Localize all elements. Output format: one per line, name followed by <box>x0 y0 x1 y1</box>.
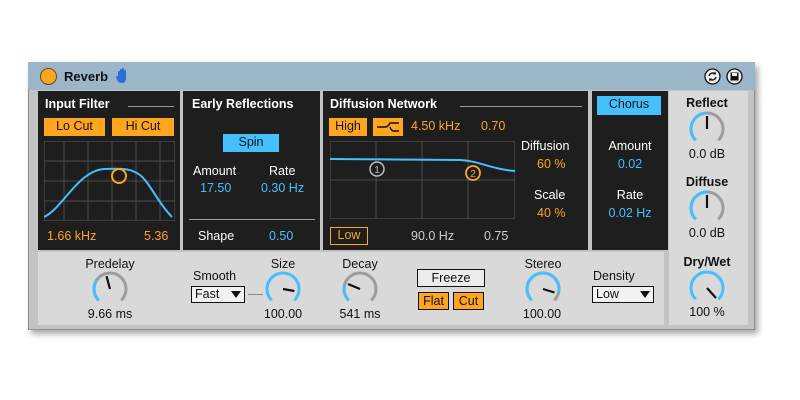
chevron-down-icon <box>231 291 241 298</box>
chorus-amount-value[interactable]: 0.02 <box>592 157 668 171</box>
spin-button[interactable]: Spin <box>223 134 279 152</box>
predelay-value[interactable]: 9.66 ms <box>70 307 150 321</box>
cut-button[interactable]: Cut <box>453 292 484 310</box>
divider <box>128 106 174 107</box>
smooth-label: Smooth <box>193 269 237 283</box>
high-value[interactable]: 0.70 <box>481 119 505 133</box>
high-button[interactable]: High <box>329 118 367 136</box>
size-knob[interactable] <box>264 271 302 307</box>
dry-wet-label: Dry/Wet <box>683 255 731 269</box>
divider <box>189 219 315 220</box>
chorus-button[interactable]: Chorus <box>597 96 661 115</box>
chorus-rate-label: Rate <box>616 188 644 202</box>
input-filter-heading: Input Filter <box>45 97 110 111</box>
diffusion-label: Diffusion <box>521 139 570 153</box>
input-filter-graph[interactable] <box>44 141 175 221</box>
smooth-select[interactable]: Fast <box>191 286 245 303</box>
er-shape-label: Shape <box>198 229 235 243</box>
density-select[interactable]: Low <box>592 286 654 303</box>
density-label: Density <box>593 269 635 283</box>
diffusion-node-2-label: 2 <box>470 169 476 180</box>
diffuse-knob[interactable] <box>688 190 726 226</box>
chevron-down-icon <box>640 291 650 298</box>
diffusion-graph[interactable]: 1 2 <box>330 141 515 219</box>
low-button[interactable]: Low <box>330 227 368 245</box>
diffusion-network-heading: Diffusion Network <box>330 97 437 111</box>
hand-icon[interactable] <box>115 67 131 85</box>
diffuse-value[interactable]: 0.0 dB <box>669 226 745 240</box>
density-select-value: Low <box>596 287 619 301</box>
reflect-knob[interactable] <box>688 111 726 147</box>
predelay-label: Predelay <box>85 257 135 271</box>
er-amount-label: Amount <box>193 164 237 178</box>
flat-button[interactable]: Flat <box>418 292 449 310</box>
dry-wet-value[interactable]: 100 % <box>669 305 745 319</box>
chorus-amount-label: Amount <box>608 139 652 153</box>
er-rate-label: Rate <box>269 164 296 178</box>
device-title: Reverb <box>64 69 109 84</box>
reflect-value[interactable]: 0.0 dB <box>669 147 745 161</box>
stereo-label: Stereo <box>524 257 562 271</box>
size-value[interactable]: 100.00 <box>253 307 313 321</box>
chorus-rate-value[interactable]: 0.02 Hz <box>592 206 668 220</box>
input-filter-freq[interactable]: 1.66 kHz <box>47 229 96 243</box>
stereo-knob[interactable] <box>524 271 562 307</box>
high-freq-value[interactable]: 4.50 kHz <box>411 119 460 133</box>
er-shape-value[interactable]: 0.50 <box>269 229 293 243</box>
scale-value[interactable]: 40 % <box>537 206 566 220</box>
scale-label: Scale <box>534 188 566 202</box>
divider <box>460 106 582 107</box>
early-reflections-heading: Early Reflections <box>192 97 294 111</box>
high-shelf-icon[interactable] <box>373 118 403 136</box>
device-power-toggle[interactable] <box>40 68 57 85</box>
dry-wet-knob[interactable] <box>688 270 726 306</box>
reflect-label: Reflect <box>686 96 728 110</box>
predelay-knob[interactable] <box>91 271 129 307</box>
diffuse-label: Diffuse <box>685 175 729 189</box>
hi-cut-button[interactable]: Hi Cut <box>112 118 174 136</box>
low-freq-value[interactable]: 90.0 Hz <box>411 229 454 243</box>
decay-label: Decay <box>342 257 378 271</box>
decay-value[interactable]: 541 ms <box>330 307 390 321</box>
size-label: Size <box>270 257 296 271</box>
freeze-button[interactable]: Freeze <box>417 269 485 287</box>
lo-cut-button[interactable]: Lo Cut <box>44 118 105 136</box>
er-amount-value[interactable]: 17.50 <box>200 181 231 195</box>
save-preset-icon[interactable] <box>726 68 743 85</box>
diffusion-node-1-label: 1 <box>374 165 380 176</box>
hot-swap-icon[interactable] <box>704 68 721 85</box>
smooth-select-value: Fast <box>195 287 220 301</box>
input-filter-width[interactable]: 5.36 <box>144 229 168 243</box>
low-value[interactable]: 0.75 <box>484 229 508 243</box>
er-rate-value[interactable]: 0.30 Hz <box>261 181 304 195</box>
connector-line <box>248 294 263 295</box>
diffusion-value[interactable]: 60 % <box>537 157 566 171</box>
stereo-value[interactable]: 100.00 <box>511 307 573 321</box>
device-title-bar[interactable] <box>28 62 755 90</box>
decay-knob[interactable] <box>341 271 379 307</box>
